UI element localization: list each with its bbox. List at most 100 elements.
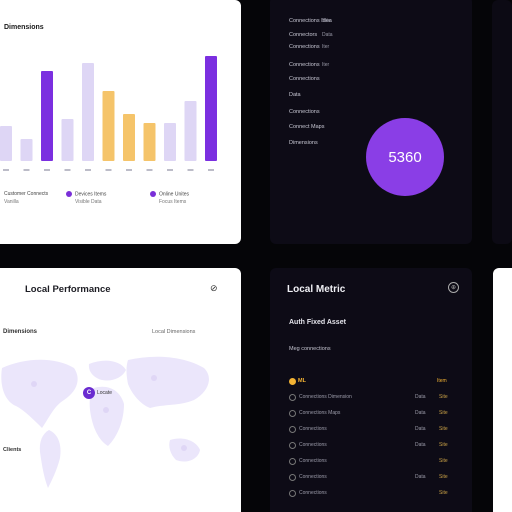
bar[interactable] [82, 63, 94, 161]
x-tick [105, 169, 112, 171]
map-pin[interactable]: C Locate [83, 387, 112, 399]
map-pin-label: Locate [97, 390, 113, 396]
row-value-b: Site [439, 458, 448, 464]
header-label: ML [298, 378, 306, 384]
bar[interactable] [184, 101, 197, 161]
list-item[interactable]: Connectors [289, 32, 317, 38]
bar[interactable] [164, 123, 176, 161]
x-tick [64, 169, 71, 171]
header-value: Item [437, 378, 447, 384]
row-value-b: Site [439, 442, 448, 448]
bar-chart [0, 56, 217, 171]
table-row[interactable]: Connections Data Site [289, 441, 454, 451]
metric-circle: 5360 [366, 118, 444, 196]
legend-dot [66, 191, 72, 197]
row-name: Connections [299, 458, 327, 464]
x-tick [3, 169, 9, 171]
list-item-value: Data [322, 32, 333, 38]
bar[interactable] [61, 119, 74, 161]
list-item[interactable]: Connections [289, 109, 320, 115]
row-name: Connections [299, 490, 327, 496]
bar[interactable] [102, 91, 115, 161]
table-row[interactable]: Connections Dimension Data Site [289, 393, 454, 403]
row-value-a: Data [415, 474, 426, 480]
legend-dot [150, 191, 156, 197]
connections-list-card: Connections Idea Site Connectors Data Connec… [270, 0, 472, 244]
legend-sub-2: Visible Data [75, 199, 102, 205]
bar-chart-legend: Customer Connects Vanilla Devices Items … [0, 189, 241, 205]
list-item-value: Site [322, 18, 331, 24]
row-icon [289, 458, 296, 465]
list-item[interactable]: Connections [289, 76, 320, 82]
table-row[interactable]: Connections Data Site [289, 473, 454, 483]
x-tick [167, 169, 173, 171]
bar[interactable] [205, 56, 217, 161]
row-name: Connections [299, 442, 327, 448]
row-icon [289, 490, 296, 497]
bar[interactable] [0, 126, 12, 161]
map-pin-icon: C [83, 387, 95, 399]
local-performance-card: Local Performance ⊘ Dimensions Local Dim… [0, 268, 241, 512]
x-tick [187, 169, 194, 171]
x-tick [146, 169, 153, 171]
list-item[interactable]: Data [289, 92, 301, 98]
table-row[interactable]: Connections Maps Data Site [289, 409, 454, 419]
row-name: Connections Maps [299, 410, 341, 416]
map-label-left: Dimensions [3, 329, 38, 335]
list-item[interactable]: Connections [289, 62, 320, 68]
table-row[interactable]: Connections Data Site [289, 425, 454, 435]
row-value-a: Data [415, 410, 426, 416]
x-tick [23, 169, 30, 171]
legend-label: Customer Connects [4, 191, 49, 197]
row-icon [289, 410, 296, 417]
list-item[interactable]: Connect Maps [289, 124, 324, 130]
row-name: Connections [299, 426, 327, 432]
row-value-b: Site [439, 394, 448, 400]
local-metric-card: Local Metric ⊕ Auth Fixed Asset Meg conn… [270, 268, 472, 512]
legend-item-2: Devices Items [66, 191, 106, 197]
collapse-icon[interactable]: ⊘ [210, 283, 218, 294]
row-value-b: Site [439, 426, 448, 432]
card-subtitle-secondary: Meg connections [289, 346, 331, 352]
row-icon [289, 394, 296, 401]
card-title: Local Metric [287, 284, 346, 295]
row-name: Connections Dimension [299, 394, 352, 400]
map-label-bottom: Clients [3, 447, 22, 453]
x-tick [85, 169, 91, 171]
partial-card [493, 268, 512, 512]
row-name: Connections [299, 474, 327, 480]
x-tick [126, 169, 132, 171]
world-map[interactable] [0, 348, 241, 512]
legend-item-1: Customer Connects [4, 191, 48, 197]
legend-sub-3: Focus Items [159, 199, 187, 205]
map-label-right: Local Dimensions [152, 329, 196, 335]
row-value-a: Data [415, 394, 426, 400]
row-value-b: Site [439, 474, 448, 480]
list-item-value: Iter [322, 44, 330, 50]
bar[interactable] [143, 123, 156, 161]
bar[interactable] [41, 71, 53, 161]
x-tick [208, 169, 214, 171]
row-value-b: Site [439, 410, 448, 416]
settings-icon[interactable]: ⊕ [448, 282, 459, 293]
list-item[interactable]: Dimensions [289, 140, 318, 146]
edge-panel [492, 0, 512, 244]
legend-label: Devices Items [75, 191, 107, 198]
bar[interactable] [20, 139, 33, 161]
card-subtitle: Auth Fixed Asset [289, 319, 346, 326]
row-value-a: Data [415, 426, 426, 432]
row-value-a: Data [415, 442, 426, 448]
row-icon [289, 426, 296, 433]
legend-label: Online Unites [159, 191, 190, 198]
table-header: ML Item [289, 377, 454, 387]
legend-item-3: Online Unites [150, 191, 189, 197]
table-row[interactable]: Connections Site [289, 457, 454, 467]
card-title: Local Performance [25, 284, 111, 295]
header-dot-icon [289, 378, 296, 385]
table-row[interactable]: Connections Site [289, 489, 454, 499]
bar[interactable] [123, 114, 135, 161]
list-item[interactable]: Connections [289, 44, 320, 50]
row-icon [289, 442, 296, 449]
metric-value: 5360 [388, 148, 422, 166]
legend-sub-1: Vanilla [4, 199, 19, 205]
